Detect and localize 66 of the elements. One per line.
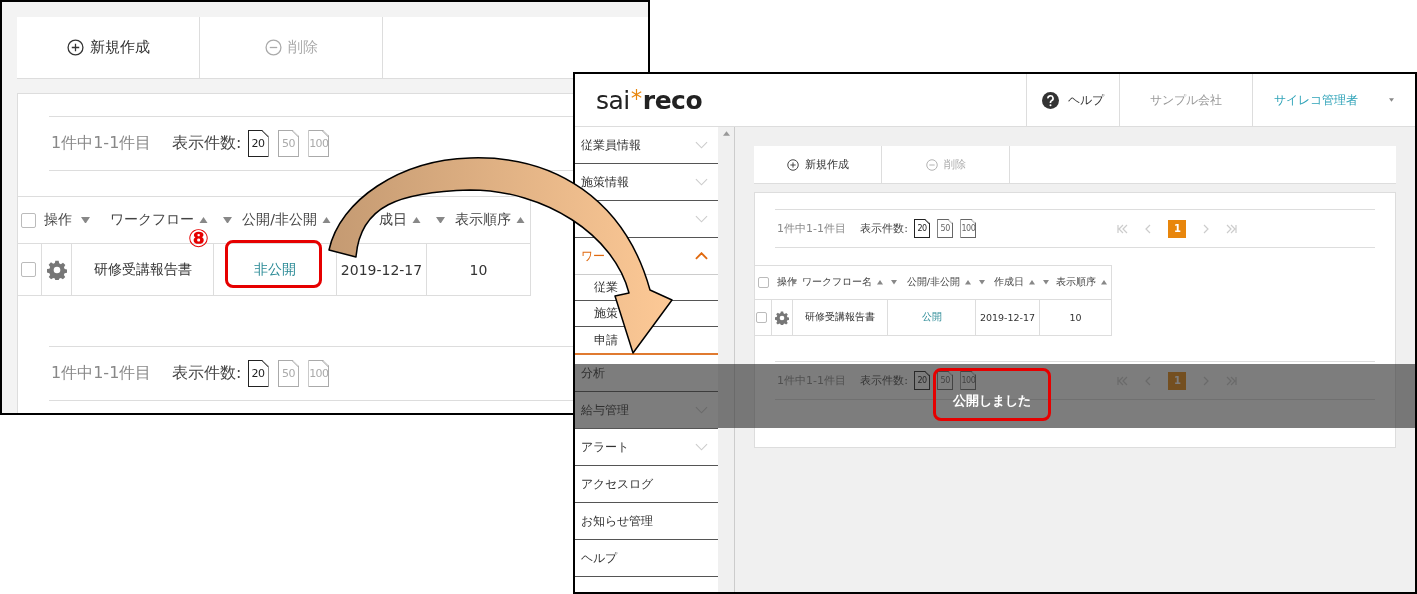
minus-circle-icon	[264, 39, 282, 56]
record-count: 1件中1-1件目	[51, 133, 152, 154]
column-header[interactable]: 表示順序	[1056, 276, 1096, 289]
column-header[interactable]: 公開/非公開	[906, 276, 960, 289]
help-icon	[1042, 91, 1059, 109]
gear-icon[interactable]	[775, 310, 789, 325]
logo-text: reco	[642, 85, 703, 115]
help-button[interactable]: ヘルプ	[1026, 74, 1119, 126]
page-size-option[interactable]: 20	[914, 371, 930, 390]
caret-icon	[1389, 98, 1394, 102]
plus-circle-icon	[66, 39, 84, 56]
select-all-checkbox[interactable]	[758, 277, 769, 288]
sort-ascending-icon[interactable]	[877, 280, 883, 285]
table-cell: 10	[1039, 300, 1111, 335]
company-name: サンプル会社	[1119, 74, 1252, 126]
column-header[interactable]: ワークフロー	[110, 211, 194, 229]
sort-ascending-icon[interactable]	[322, 216, 331, 224]
page-size-option[interactable]: 20	[914, 219, 930, 238]
toast-message: 公開しました	[953, 393, 1031, 409]
sort-ascending-icon[interactable]	[1101, 280, 1107, 285]
minus-circle-icon	[925, 158, 938, 171]
new-button[interactable]: 新規作成	[17, 17, 200, 78]
row-checkbox[interactable]	[756, 312, 767, 323]
select-all-checkbox[interactable]	[21, 212, 36, 228]
column-header[interactable]: 操作	[44, 211, 72, 229]
sidebar-subitem[interactable]: 申請	[575, 327, 718, 353]
per-page-label: 表示件数:	[860, 221, 908, 236]
table-cell: 10	[426, 244, 530, 295]
sort-descending-icon[interactable]	[891, 280, 897, 285]
per-page-label: 表示件数:	[860, 373, 908, 388]
column-header[interactable]: ワークフロー名	[802, 276, 872, 289]
sort-descending-icon[interactable]	[81, 216, 90, 224]
column-header[interactable]: 作成日	[994, 276, 1024, 289]
sort-ascending-icon[interactable]	[965, 280, 971, 285]
sort-descending-icon[interactable]	[223, 216, 232, 224]
per-page-label: 表示件数:	[172, 363, 242, 384]
logo-text: sai	[596, 85, 630, 115]
sort-ascending-icon[interactable]	[516, 216, 525, 224]
sort-descending-icon[interactable]	[979, 280, 985, 285]
record-count: 1件中1-1件目	[777, 221, 846, 236]
sort-descending-icon[interactable]	[791, 280, 797, 285]
sort-descending-icon[interactable]	[1043, 280, 1049, 285]
sort-ascending-icon[interactable]	[1029, 280, 1035, 285]
new-button[interactable]: 新規作成	[754, 146, 882, 183]
page-size-option[interactable]: 20	[247, 360, 269, 387]
chevron-up-icon[interactable]	[695, 252, 708, 260]
row-checkbox[interactable]	[20, 262, 36, 277]
page-size-option[interactable]: 50	[937, 219, 954, 238]
record-count: 1件中1-1件目	[51, 363, 152, 384]
asterisk-icon	[630, 89, 642, 100]
sort-ascending-icon[interactable]	[199, 216, 208, 224]
visibility-link[interactable]: 公開	[887, 300, 975, 335]
column-header[interactable]: 成日	[379, 211, 407, 229]
scroll-up-icon[interactable]	[722, 131, 730, 136]
sort-ascending-icon[interactable]	[412, 216, 421, 224]
column-header[interactable]: 表示順序	[455, 211, 511, 229]
column-header[interactable]: 公開/非公開	[242, 211, 317, 229]
per-page-label: 表示件数:	[172, 133, 242, 154]
sort-descending-icon[interactable]	[436, 216, 445, 224]
table-cell: 2019-12-17	[975, 300, 1039, 335]
table-cell: 研修受講報告書	[792, 300, 887, 335]
scrollbar[interactable]	[718, 127, 735, 592]
gear-icon[interactable]	[46, 259, 67, 280]
plus-circle-icon	[786, 158, 799, 171]
page-size-option[interactable]: 100	[960, 219, 977, 238]
page-size-option[interactable]: 20	[247, 130, 269, 157]
